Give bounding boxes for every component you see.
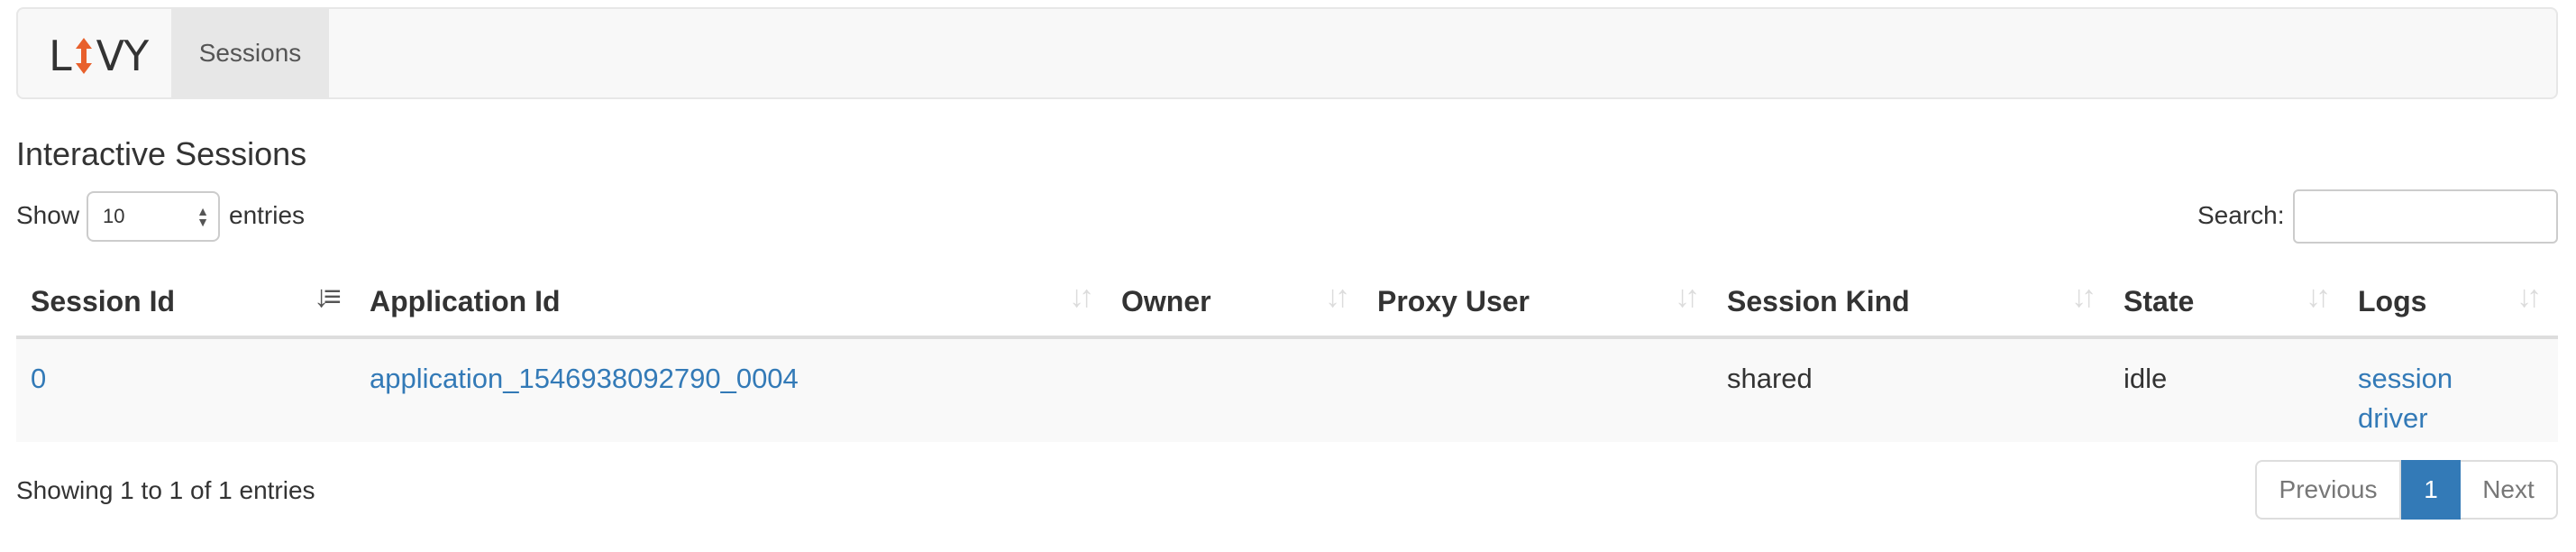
- sort-both-icon: ↓↑: [1325, 280, 1350, 314]
- cell-application-id[interactable]: application_1546938092790_0004: [355, 339, 1107, 399]
- cell-session-kind: shared: [1727, 363, 1813, 394]
- sessions-table: Session Id ↓≡ Application Id ↓↑ Owner ↓↑…: [16, 267, 2558, 442]
- entries-per-page-select[interactable]: 10 ▲ ▼: [87, 191, 220, 242]
- cell-logs: session driver: [2343, 339, 2558, 438]
- pagination: Previous 1 Next: [2255, 460, 2558, 520]
- cell-owner: [1107, 339, 1363, 359]
- column-label: State: [2124, 284, 2195, 317]
- driver-log-link[interactable]: driver: [2358, 402, 2428, 434]
- entries-per-page-value: 10: [103, 205, 125, 227]
- next-page-button[interactable]: Next: [2461, 460, 2558, 520]
- sort-both-icon: ↓↑: [2071, 280, 2096, 314]
- column-header-application-id[interactable]: Application Id ↓↑: [355, 267, 1107, 336]
- page-1-button[interactable]: 1: [2401, 460, 2461, 520]
- nav-item-label: Sessions: [198, 39, 302, 67]
- navbar: L VY Sessions: [16, 7, 2558, 99]
- livy-logo[interactable]: L VY: [49, 32, 149, 80]
- column-label: Application Id: [370, 284, 561, 317]
- select-arrows-icon: ▲ ▼: [196, 204, 209, 229]
- brand-text-right: VY: [96, 32, 150, 80]
- column-header-session-id[interactable]: Session Id ↓≡: [16, 267, 355, 336]
- session-id-link[interactable]: 0: [31, 363, 46, 394]
- page-title: Interactive Sessions: [16, 135, 307, 172]
- sort-both-icon: ↓↑: [2306, 280, 2331, 314]
- column-header-proxy-user[interactable]: Proxy User ↓↑: [1363, 267, 1713, 336]
- table-info: Showing 1 to 1 of 1 entries: [16, 476, 315, 504]
- column-header-logs[interactable]: Logs ↓↑: [2343, 267, 2558, 336]
- up-down-arrow-logo-icon: [75, 38, 92, 74]
- column-label: Logs: [2358, 284, 2427, 317]
- column-label: Session Kind: [1727, 284, 1910, 317]
- column-header-session-kind[interactable]: Session Kind ↓↑: [1713, 267, 2109, 336]
- brand-text-left: L: [49, 32, 72, 80]
- column-header-state[interactable]: State ↓↑: [2109, 267, 2343, 336]
- column-label: Session Id: [31, 284, 176, 317]
- entries-label: entries: [229, 201, 306, 229]
- previous-page-button[interactable]: Previous: [2255, 460, 2401, 520]
- column-label: Owner: [1121, 284, 1211, 317]
- search-input[interactable]: [2293, 189, 2558, 244]
- cell-proxy-user: [1363, 339, 1713, 359]
- table-header: Session Id ↓≡ Application Id ↓↑ Owner ↓↑…: [16, 267, 2558, 339]
- sort-both-icon: ↓↑: [1069, 280, 1094, 314]
- sort-both-icon: ↓↑: [1675, 280, 1700, 314]
- show-label: Show: [16, 201, 80, 229]
- sort-ascending-icon: ↓≡: [314, 280, 342, 314]
- nav-item-sessions[interactable]: Sessions: [171, 9, 329, 97]
- table-row: 0 application_1546938092790_0004 shared …: [16, 339, 2558, 442]
- search-label: Search:: [2197, 201, 2285, 229]
- application-id-link[interactable]: application_1546938092790_0004: [370, 363, 799, 394]
- sort-both-icon: ↓↑: [2517, 280, 2542, 314]
- column-header-owner[interactable]: Owner ↓↑: [1107, 267, 1363, 336]
- cell-state: idle: [2124, 363, 2168, 394]
- column-label: Proxy User: [1377, 284, 1530, 317]
- cell-session-id[interactable]: 0: [16, 339, 355, 399]
- session-log-link[interactable]: session: [2358, 363, 2453, 394]
